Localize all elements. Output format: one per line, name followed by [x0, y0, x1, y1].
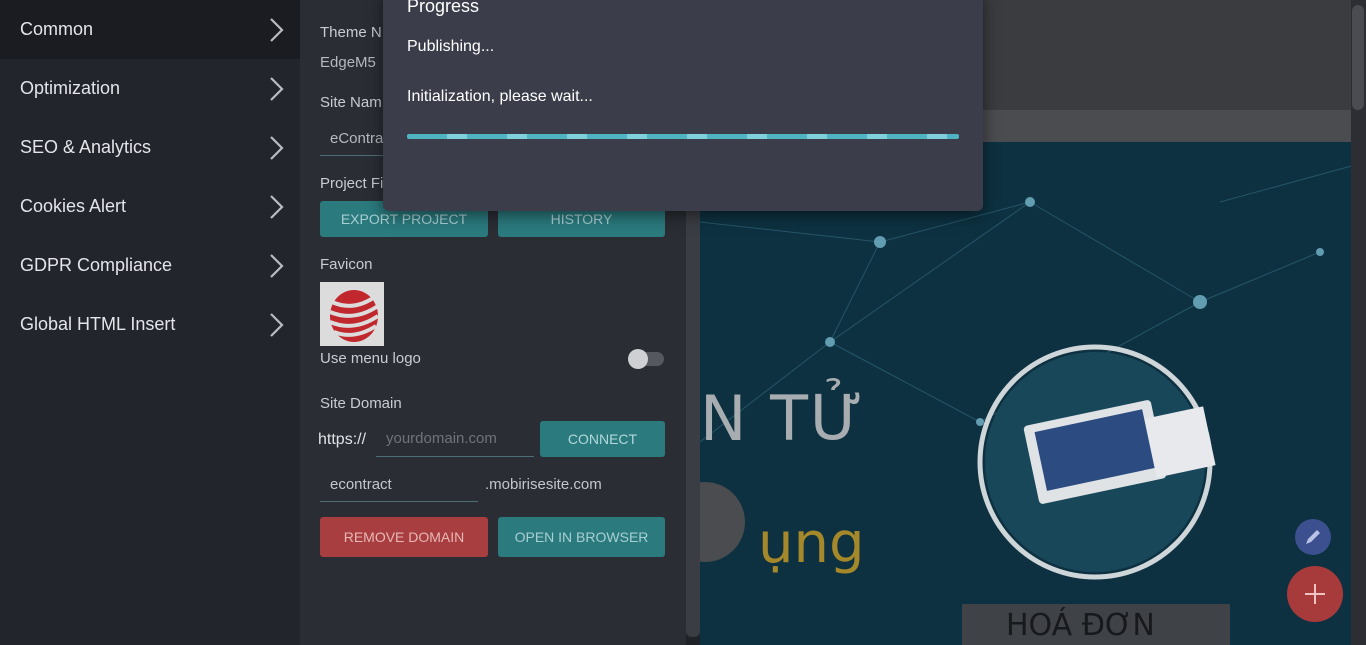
dialog-title: Progress [407, 0, 480, 16]
chevron-right-icon [270, 135, 284, 160]
sidebar-item-label: Optimization [20, 78, 121, 98]
use-menu-logo-toggle[interactable] [628, 349, 664, 369]
hero-subheading: ụng [758, 511, 865, 576]
sidebar-item-label: GDPR Compliance [20, 255, 173, 275]
hero-box-text: HOÁ ĐƠN [1006, 608, 1155, 643]
chevron-right-icon [270, 76, 284, 101]
sidebar-item-common[interactable]: Common [0, 0, 300, 59]
preview-scrollbar[interactable] [1351, 0, 1366, 645]
favicon-logo-icon [329, 290, 380, 342]
sidebar-item-optimization[interactable]: Optimization [0, 59, 300, 118]
sidebar-item-label: Global HTML Insert [20, 314, 176, 334]
project-files-label: Project Fi [320, 175, 384, 192]
domain-input[interactable]: yourdomain.com [376, 421, 534, 457]
connect-button[interactable]: CONNECT [540, 421, 665, 457]
progress-dialog: Progress Publishing... Initialization, p… [383, 0, 983, 211]
theme-value: EdgeM5 [320, 54, 376, 71]
open-in-browser-button[interactable]: OPEN IN BROWSER [498, 517, 665, 557]
hero-heading: N TỬ [700, 382, 866, 455]
plus-icon [1305, 584, 1325, 604]
subdomain-input[interactable]: econtract [320, 466, 478, 502]
https-prefix: https:// [318, 431, 367, 448]
sidebar: Common Optimization SEO & Analytics Cook… [0, 0, 300, 645]
favicon-image[interactable] [320, 282, 384, 346]
sidebar-item-seo-analytics[interactable]: SEO & Analytics [0, 118, 300, 177]
sidebar-item-cookies-alert[interactable]: Cookies Alert [0, 177, 300, 236]
pencil-icon [1306, 530, 1320, 544]
edit-pen-button[interactable] [1295, 519, 1331, 555]
sidebar-item-global-html[interactable]: Global HTML Insert [0, 295, 300, 354]
preview-scrollbar-thumb[interactable] [1352, 5, 1364, 110]
site-name-label: Site Nam [320, 94, 382, 111]
favicon-label: Favicon [320, 256, 373, 273]
use-menu-logo-label: Use menu logo [320, 350, 421, 367]
chevron-right-icon [270, 194, 284, 219]
sidebar-item-gdpr[interactable]: GDPR Compliance [0, 236, 300, 295]
sidebar-item-label: Common [20, 19, 94, 39]
sidebar-item-label: SEO & Analytics [20, 137, 152, 157]
sidebar-item-label: Cookies Alert [20, 196, 127, 216]
preview-hero: N TỬ ụng HOÁ ĐƠN [700, 142, 1366, 645]
progress-message: Initialization, please wait... [407, 88, 593, 105]
chevron-right-icon [270, 312, 284, 337]
theme-label: Theme N [320, 24, 382, 41]
add-block-button[interactable] [1287, 566, 1343, 622]
chevron-right-icon [270, 17, 284, 42]
remove-domain-button[interactable]: REMOVE DOMAIN [320, 517, 488, 557]
publishing-status: Publishing... [407, 38, 495, 55]
site-domain-label: Site Domain [320, 395, 402, 412]
progress-bar [407, 134, 959, 139]
chevron-right-icon [270, 253, 284, 278]
subdomain-suffix: .mobirisesite.com [485, 476, 602, 493]
